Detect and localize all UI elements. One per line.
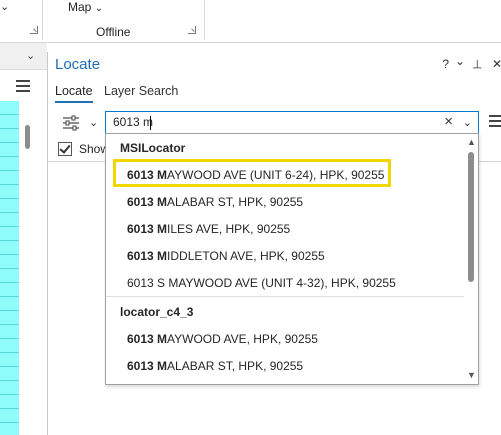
menu-icon[interactable] (489, 115, 501, 129)
help-icon[interactable]: ? (442, 57, 449, 71)
chevron-down-icon[interactable]: ⌄ (463, 116, 472, 129)
attribute-table-pane: ⌄ (0, 43, 47, 435)
scrollbar[interactable]: ▲ ▼ (464, 134, 478, 384)
suggestion-item[interactable]: 6013 MALABAR ST, HPK, 90255 (127, 195, 303, 209)
ribbon: ⌄ Map ⌄ Offline (0, 0, 501, 43)
text-caret (150, 116, 151, 130)
show-checkbox[interactable] (58, 142, 72, 156)
suggestion-item[interactable]: 6013 S MAYWOOD AVE (UNIT 4-32), HPK, 902… (127, 276, 396, 290)
search-input-value: 6013 m (113, 115, 154, 129)
active-tab-indicator (55, 101, 93, 103)
locator-settings-icon[interactable] (62, 115, 80, 131)
chevron-down-icon[interactable]: ⌄ (26, 49, 35, 62)
suggestion-item[interactable]: 6013 MILES AVE, HPK, 90255 (127, 222, 290, 236)
suggestion-item[interactable]: 6013 MAYWOOD AVE, HPK, 90255 (127, 332, 318, 346)
offline-group-label: Offline (96, 25, 131, 39)
table-rows[interactable] (0, 101, 19, 435)
map-label: Map (68, 0, 92, 14)
map-dropdown-button[interactable]: Map ⌄ (68, 0, 103, 14)
search-input[interactable]: 6013 m × ⌄ (105, 111, 479, 135)
pane-header: ⌄ (0, 43, 47, 70)
suggestion-group-title: MSILocator (120, 141, 186, 155)
suggestion-group-title: locator_c4_3 (120, 305, 194, 319)
scroll-up-icon[interactable]: ▲ (467, 137, 476, 147)
scroll-down-icon[interactable]: ▼ (467, 370, 476, 380)
ribbon-divider (42, 0, 43, 40)
suggestion-item[interactable]: 6013 MIDDLETON AVE, HPK, 90255 (127, 249, 325, 263)
options-chevron-icon[interactable]: ⌄ (455, 54, 465, 68)
group-divider (106, 296, 464, 297)
highlight-annotation (113, 159, 391, 187)
ribbon-divider (204, 0, 205, 40)
suggestion-item[interactable]: 6013 MALABAR ST, HPK, 90255 (127, 359, 303, 373)
pin-icon[interactable]: ⊣ (470, 59, 484, 69)
chevron-down-icon[interactable]: ⌄ (89, 116, 98, 129)
pane-title: Locate (55, 56, 101, 73)
tab-layer-search[interactable]: Layer Search (104, 84, 178, 98)
close-icon[interactable]: × (444, 113, 453, 130)
suggestions-dropdown: MSILocator 6013 MAYWOOD AVE (UNIT 6-24),… (105, 133, 479, 385)
tab-locate[interactable]: Locate (55, 84, 93, 98)
dialog-launcher-icon[interactable] (188, 26, 196, 34)
scrollbar[interactable] (24, 121, 31, 433)
scrollbar-thumb[interactable] (468, 152, 474, 282)
chevron-down-icon[interactable]: ⌄ (0, 0, 9, 13)
chevron-down-icon: ⌄ (94, 3, 104, 14)
dialog-launcher-icon[interactable] (30, 26, 38, 34)
menu-icon[interactable] (16, 80, 30, 94)
close-icon[interactable]: ✕ (492, 57, 501, 71)
